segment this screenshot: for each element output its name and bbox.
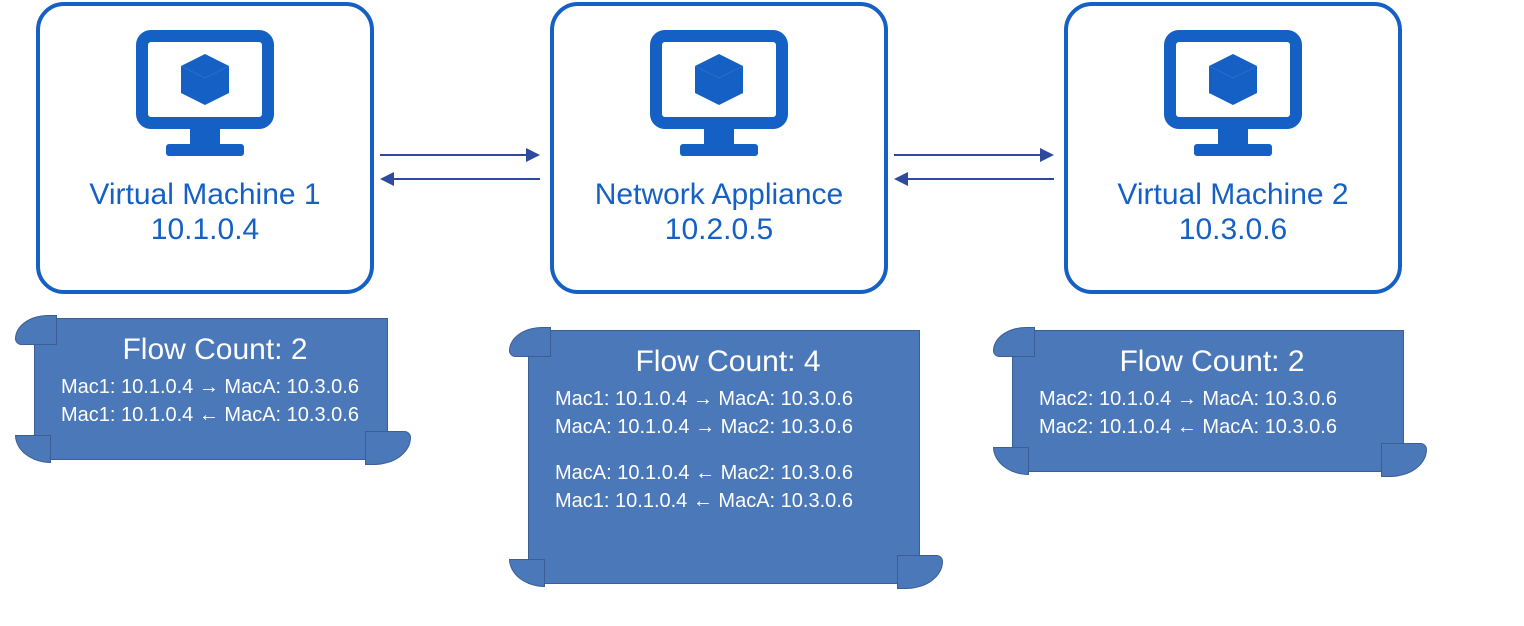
node-ip: 10.1.0.4 [40, 213, 370, 248]
node-vm1: Virtual Machine 1 10.1.0.4 [36, 2, 374, 294]
scroll-curl-icon [15, 315, 57, 345]
vm-icon [130, 24, 280, 174]
node-appliance: Network Appliance 10.2.0.5 [550, 2, 888, 294]
node-title: Network Appliance [554, 178, 884, 213]
node-ip: 10.3.0.6 [1068, 213, 1398, 248]
scroll-curl-icon [993, 447, 1029, 475]
node-title: Virtual Machine 2 [1068, 178, 1398, 213]
flow-entry: Mac1: 10.1.0.4 ← MacA: 10.3.0.6 [555, 487, 901, 515]
flow-count-title: Flow Count: 2 [1039, 345, 1385, 379]
scroll-curl-icon [1381, 443, 1427, 477]
flow-entry: MacA: 10.1.0.4 ← Mac2: 10.3.0.6 [555, 459, 901, 487]
flow-entry: Mac1: 10.1.0.4 → MacA: 10.3.0.6 [555, 385, 901, 413]
scroll-curl-icon [993, 327, 1035, 357]
flow-entry: Mac2: 10.1.0.4 → MacA: 10.3.0.6 [1039, 385, 1385, 413]
flow-panel-appliance: Flow Count: 4 Mac1: 10.1.0.4 → MacA: 10.… [528, 330, 920, 584]
scroll-curl-icon [365, 431, 411, 465]
node-ip: 10.2.0.5 [554, 213, 884, 248]
flow-entry: Mac1: 10.1.0.4 ← MacA: 10.3.0.6 [61, 401, 369, 429]
flow-count-title: Flow Count: 4 [555, 345, 901, 379]
node-title: Virtual Machine 1 [40, 178, 370, 213]
flow-panel-vm2: Flow Count: 2 Mac2: 10.1.0.4 → MacA: 10.… [1012, 330, 1404, 472]
scroll-curl-icon [15, 435, 51, 463]
flow-entry: Mac2: 10.1.0.4 ← MacA: 10.3.0.6 [1039, 413, 1385, 441]
bidirectional-arrow-left [380, 148, 540, 188]
vm-icon [644, 24, 794, 174]
vm-icon [1158, 24, 1308, 174]
scroll-curl-icon [509, 327, 551, 357]
node-vm2: Virtual Machine 2 10.3.0.6 [1064, 2, 1402, 294]
flow-entry: MacA: 10.1.0.4 → Mac2: 10.3.0.6 [555, 413, 901, 441]
flow-panel-vm1: Flow Count: 2 Mac1: 10.1.0.4 → MacA: 10.… [34, 318, 388, 460]
flow-count-title: Flow Count: 2 [61, 333, 369, 367]
flow-entry: Mac1: 10.1.0.4 → MacA: 10.3.0.6 [61, 373, 369, 401]
scroll-curl-icon [897, 555, 943, 589]
scroll-curl-icon [509, 559, 545, 587]
bidirectional-arrow-right [894, 148, 1054, 188]
